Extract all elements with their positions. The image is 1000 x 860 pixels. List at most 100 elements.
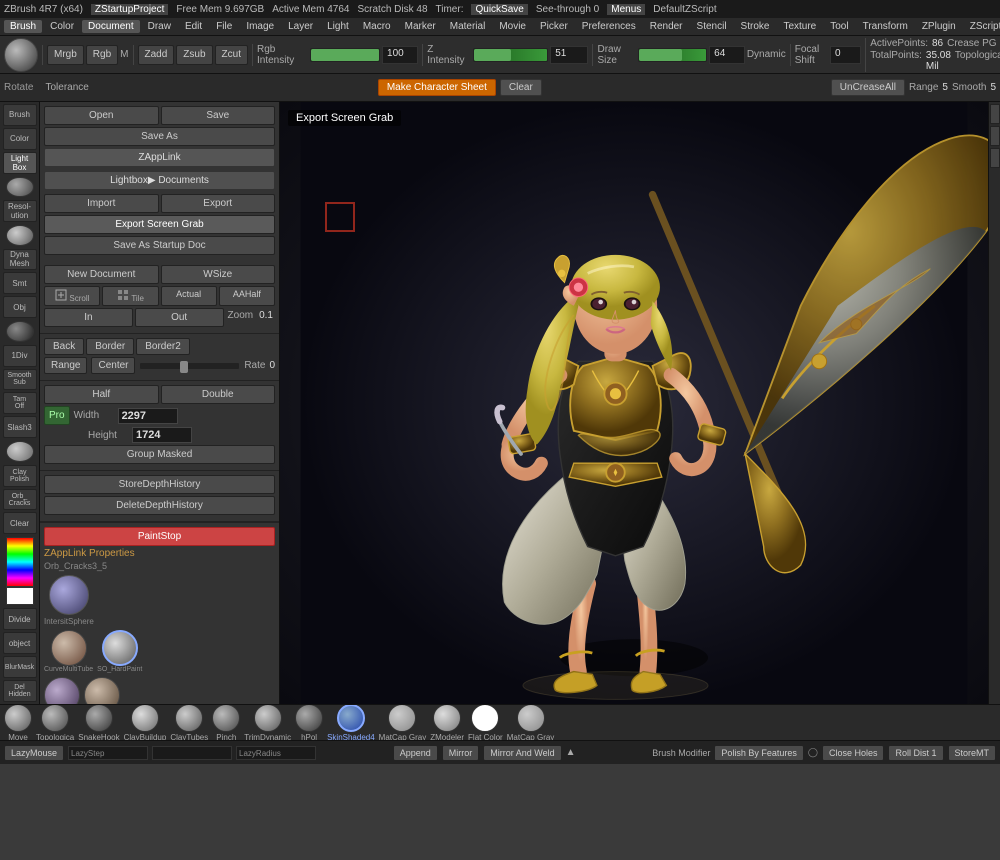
matcap-gray-brush-item[interactable]: MatCap Gray [379, 705, 427, 740]
import-btn[interactable]: Import [44, 194, 159, 213]
menu-marker[interactable]: Marker [399, 20, 442, 33]
right-sidebar-btn-2[interactable] [990, 126, 1000, 146]
menu-stroke[interactable]: Stroke [735, 20, 776, 33]
menu-movie[interactable]: Movie [493, 20, 532, 33]
right-sidebar-btn-3[interactable] [990, 148, 1000, 168]
back-btn[interactable]: Back [44, 338, 84, 355]
half-btn[interactable]: Half [44, 385, 159, 404]
viewport[interactable]: Export Screen Grab [280, 102, 988, 704]
lazy-step-slider2[interactable] [152, 746, 232, 760]
claybuildup-brush-item[interactable]: ClayBuildup [124, 705, 167, 740]
skcarve-ball[interactable] [44, 677, 80, 704]
polish-features-btn[interactable]: Polish By Features [714, 745, 804, 761]
store-mt-btn[interactable]: StoreMT [948, 745, 997, 761]
menu-render[interactable]: Render [644, 20, 689, 33]
zcut-btn[interactable]: Zcut [215, 45, 248, 65]
pro-btn[interactable]: Pro [44, 406, 70, 425]
in-btn[interactable]: In [44, 308, 133, 327]
mrgb-btn[interactable]: Mrgb [47, 45, 84, 65]
lazy-mouse-btn[interactable]: LazyMouse [4, 745, 64, 761]
scroll-btn[interactable]: Scroll [44, 286, 100, 306]
smt-btn[interactable]: Smt [3, 272, 37, 294]
snakehook-brush-item[interactable]: SnakeHook [78, 705, 119, 740]
menus-btn[interactable]: Menus [607, 4, 645, 15]
range-slider[interactable] [139, 362, 240, 370]
close-holes-btn[interactable]: Close Holes [822, 745, 885, 761]
zsub-btn[interactable]: Zsub [176, 45, 212, 65]
menu-zplugin[interactable]: ZPlugin [916, 20, 962, 33]
border2-btn[interactable]: Border2 [136, 338, 190, 355]
aahalf-btn[interactable]: AAHalf [219, 286, 275, 306]
clear-btn[interactable]: Clear [500, 79, 542, 96]
export-screengrab-btn[interactable]: Export Screen Grab [44, 215, 275, 234]
lazy-step-slider[interactable]: LazyStep [68, 746, 148, 760]
save-startup-btn[interactable]: Save As Startup Doc [44, 236, 275, 255]
menu-layer[interactable]: Layer [282, 20, 319, 33]
skinshaded4-brush-item[interactable]: SkinShaded4 [327, 705, 375, 740]
roll-dist-btn[interactable]: Roll Dist 1 [888, 745, 943, 761]
rgb-intensity-slider[interactable] [310, 48, 380, 62]
claytubes-brush-item[interactable]: ClayTubes [170, 705, 208, 740]
export-btn[interactable]: Export [161, 194, 276, 213]
tile-btn[interactable]: Tile [102, 286, 158, 306]
menu-color[interactable]: Color [44, 20, 80, 33]
double-btn[interactable]: Double [161, 385, 276, 404]
menu-draw[interactable]: Draw [142, 20, 177, 33]
mirror-weld-btn[interactable]: Mirror And Weld [483, 745, 561, 761]
open-btn[interactable]: Open [44, 106, 159, 125]
lightbox-tool-btn[interactable]: LightBox [3, 152, 37, 174]
color-tool-btn[interactable]: Color [3, 128, 37, 150]
move-brush-item[interactable]: Move [4, 705, 32, 740]
store-depth-btn[interactable]: StoreDepthHistory [44, 475, 275, 494]
menu-document[interactable]: Document [82, 20, 140, 33]
skclayfill-ball[interactable] [84, 677, 120, 704]
range-btn[interactable]: Range [44, 357, 87, 374]
lazy-radius-slider[interactable]: LazyRadius [236, 746, 316, 760]
make-character-sheet-btn[interactable]: Make Character Sheet [378, 79, 496, 96]
group-masked-btn[interactable]: Group Masked [44, 445, 275, 464]
uncreaseall-btn[interactable]: UnCreaseAll [831, 79, 905, 96]
topological-brush-item[interactable]: Topologica [36, 705, 74, 740]
mirror-btn[interactable]: Mirror [442, 745, 480, 761]
menu-edit[interactable]: Edit [179, 20, 208, 33]
obj-btn[interactable]: Obj [3, 296, 37, 318]
menu-preferences[interactable]: Preferences [576, 20, 642, 33]
lightbox-documents-btn[interactable]: Lightbox▶ Documents [44, 171, 275, 190]
pinch-brush-item[interactable]: Pinch [212, 705, 240, 740]
delete-depth-btn[interactable]: DeleteDepthHistory [44, 496, 275, 515]
center-btn[interactable]: Center [91, 357, 135, 374]
orb-btn[interactable]: Orb_Cracks [3, 489, 37, 511]
menu-light[interactable]: Light [321, 20, 355, 33]
flat-color-brush-item[interactable]: Flat Color [468, 705, 503, 740]
quicksave-btn[interactable]: QuickSave [471, 4, 527, 15]
zapplink-btn[interactable]: ZAppLink [44, 148, 275, 167]
border-btn[interactable]: Border [86, 338, 134, 355]
menu-image[interactable]: Image [240, 20, 280, 33]
intersphere-ball[interactable] [49, 575, 89, 615]
save-as-btn[interactable]: Save As [44, 127, 275, 146]
curvemultitube-ball[interactable] [51, 630, 87, 666]
menu-picker[interactable]: Picker [534, 20, 574, 33]
tam-off-btn[interactable]: TamOff [3, 392, 37, 414]
menu-stencil[interactable]: Stencil [691, 20, 733, 33]
menu-transform[interactable]: Transform [857, 20, 914, 33]
trimdynamic-brush-item[interactable]: TrimDynamic [244, 705, 291, 740]
paint-stop-btn[interactable]: PaintStop [44, 527, 275, 546]
object-btn[interactable]: object [3, 632, 37, 654]
actual-btn[interactable]: Actual [161, 286, 217, 306]
smoothsub-btn[interactable]: SmoothSub [3, 369, 37, 391]
menu-texture[interactable]: Texture [777, 20, 822, 33]
default-script[interactable]: DefaultZScript [653, 4, 716, 15]
menu-file[interactable]: File [210, 20, 238, 33]
dynaMesh-btn[interactable]: DynaMesh [3, 249, 37, 271]
hpol-brush-item[interactable]: hPol [295, 705, 323, 740]
z-intensity-slider[interactable] [473, 48, 549, 62]
menu-macro[interactable]: Macro [357, 20, 397, 33]
del-hidden-btn[interactable]: DelHidden [3, 680, 37, 702]
draw-size-slider[interactable] [638, 48, 707, 62]
menu-zscript[interactable]: ZScript [964, 20, 1000, 33]
menu-brush[interactable]: Brush [4, 20, 42, 33]
menu-material[interactable]: Material [444, 20, 492, 33]
save-btn[interactable]: Save [161, 106, 276, 125]
resolution-btn[interactable]: Resol-ution [3, 200, 37, 222]
